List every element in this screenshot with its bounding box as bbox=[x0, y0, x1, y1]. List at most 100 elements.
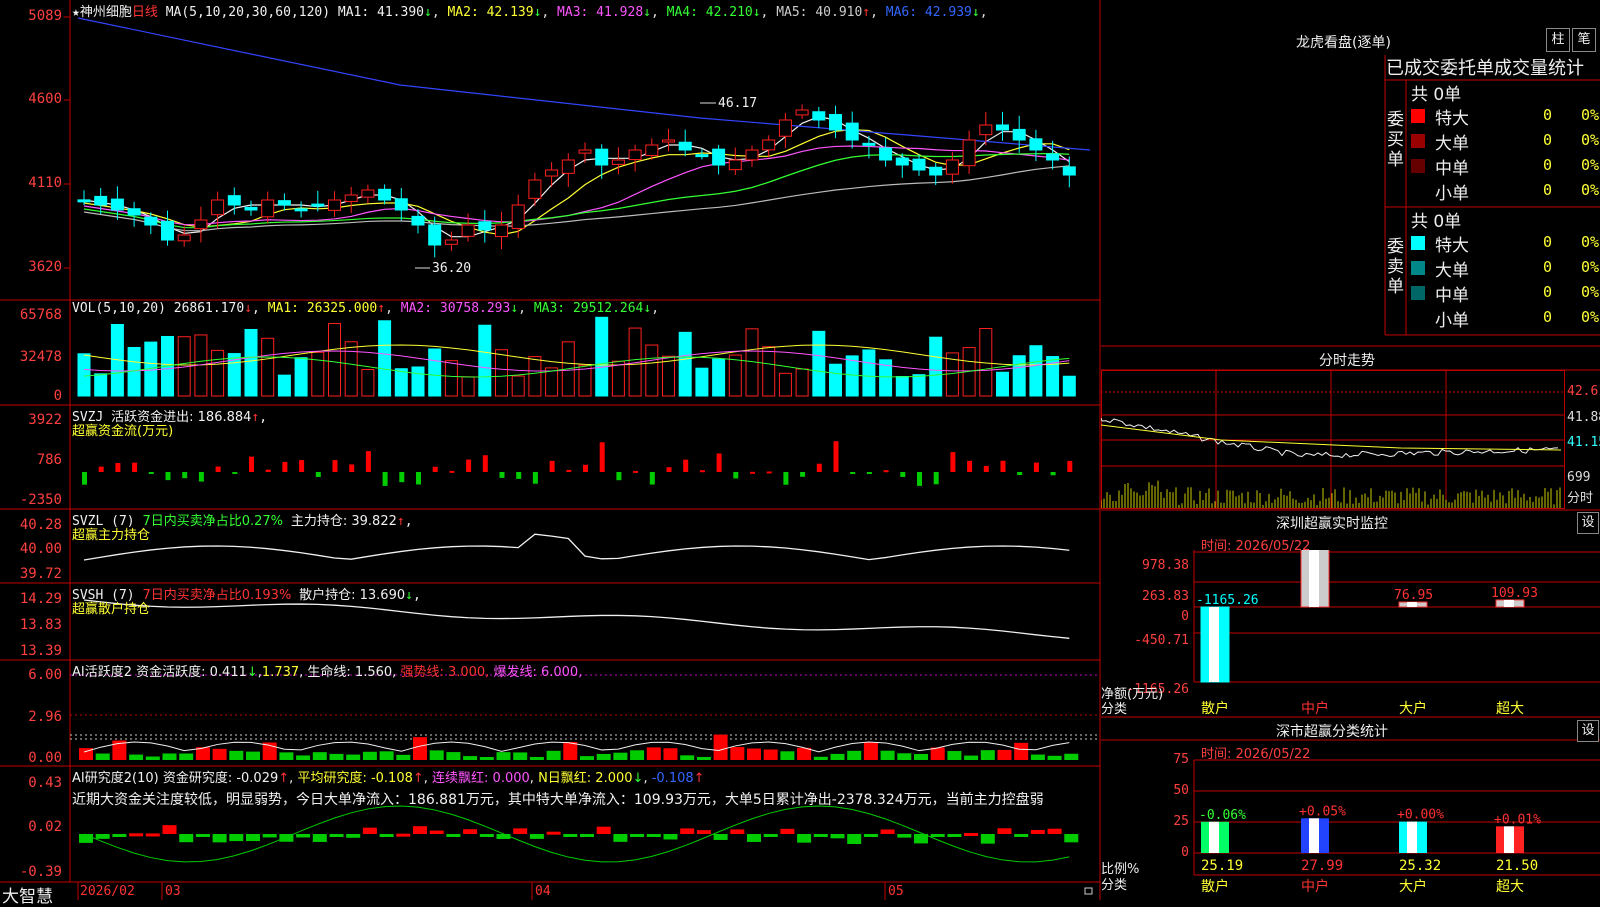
research-bar bbox=[446, 834, 461, 837]
fund-flow-bar bbox=[516, 472, 522, 479]
ratio-value: 25.32 bbox=[1399, 858, 1442, 874]
fund-flow-bar bbox=[1067, 460, 1073, 472]
ma-arrow: ↓ bbox=[643, 5, 651, 20]
candle bbox=[895, 153, 909, 178]
period-label[interactable]: 日线 bbox=[132, 5, 158, 20]
classify-category: 中户 bbox=[1301, 879, 1329, 895]
fund-flow-bar bbox=[1000, 460, 1006, 472]
star-icon[interactable]: ★ bbox=[72, 5, 80, 20]
order-size: 中单 bbox=[1435, 159, 1469, 179]
research-bar bbox=[797, 834, 812, 843]
fund-flow-bar bbox=[399, 472, 405, 483]
volume-bar bbox=[361, 369, 375, 397]
activity-bar bbox=[463, 756, 478, 760]
chart-canvas[interactable] bbox=[0, 0, 1101, 900]
classify-settings-button[interactable]: 设 bbox=[1577, 720, 1599, 742]
ratio-value: 25.19 bbox=[1201, 858, 1244, 874]
candle bbox=[478, 210, 492, 243]
candle bbox=[545, 162, 559, 187]
svsh-axis-label: 13.83 bbox=[19, 617, 62, 633]
fund-flow-bar bbox=[148, 472, 154, 474]
candle bbox=[845, 111, 859, 149]
order-pct: 0% bbox=[1581, 131, 1600, 149]
activity-bar bbox=[563, 742, 578, 760]
fund-flow-bar bbox=[616, 472, 622, 481]
research-bar bbox=[1047, 828, 1062, 834]
volume-bar bbox=[511, 375, 525, 397]
activity-bar bbox=[580, 756, 594, 760]
right-panel: 龙虎看盘(逐单) 柱 笔 已成交委托单成交量统计 委买单 共 0单 特大 0 0… bbox=[1101, 0, 1600, 900]
volume-bar bbox=[378, 320, 392, 397]
order-size: 特大 bbox=[1435, 236, 1469, 256]
monitor-axis-label: 0 bbox=[1181, 609, 1189, 624]
order-pct: 0% bbox=[1581, 233, 1600, 251]
fund-flow-bar bbox=[432, 466, 438, 472]
ai2-continuous-red: 连续飘红: 0.000 bbox=[432, 771, 530, 786]
activity-bar bbox=[630, 750, 645, 760]
order-size: 中单 bbox=[1435, 286, 1469, 306]
candle bbox=[561, 153, 575, 187]
activity-bar bbox=[964, 755, 979, 760]
swatch-icon bbox=[1411, 159, 1425, 173]
svzj-subtitle: 超赢资金流(万元) bbox=[72, 424, 174, 439]
monitor-axis-label: 263.83 bbox=[1142, 589, 1189, 604]
monitor-settings-button[interactable]: 设 bbox=[1577, 512, 1599, 534]
candle bbox=[127, 201, 141, 227]
volume-bar bbox=[461, 376, 475, 397]
research-bar bbox=[1014, 834, 1029, 837]
main-hold-line bbox=[83, 533, 1070, 561]
research-bar bbox=[95, 834, 110, 839]
swatch-icon bbox=[1411, 184, 1425, 198]
fund-flow-bar bbox=[165, 472, 171, 481]
bar-highlight bbox=[1209, 821, 1219, 853]
research-bar bbox=[529, 834, 544, 839]
classify-category: 大户 bbox=[1399, 879, 1427, 895]
fund-flow-bar bbox=[299, 460, 305, 472]
candle bbox=[745, 145, 759, 167]
activity-bar bbox=[529, 756, 544, 760]
ai1-axis-label: 0.00 bbox=[28, 750, 62, 766]
fund-flow-bar bbox=[850, 472, 856, 474]
vol-params: VOL(5,10,20) bbox=[72, 301, 166, 316]
volume-bar bbox=[795, 368, 809, 397]
research-bar bbox=[580, 834, 594, 837]
svzl-axis-label: 40.00 bbox=[19, 541, 62, 557]
research-bar bbox=[129, 833, 144, 837]
fund-flow-bar bbox=[365, 451, 371, 472]
fenshi-axis: 41.88 bbox=[1567, 410, 1600, 425]
monitor-category: 超大 bbox=[1496, 701, 1524, 717]
fenshi-axis: 42.61 bbox=[1567, 384, 1600, 399]
order-size: 大单 bbox=[1435, 134, 1469, 154]
ma-arrow: ↓ bbox=[752, 5, 761, 20]
volume-bar bbox=[895, 375, 909, 397]
research-bar bbox=[696, 830, 711, 834]
svzj-axis-label: 3922 bbox=[28, 412, 62, 428]
activity-bar bbox=[279, 752, 294, 760]
volume-bar bbox=[244, 328, 258, 397]
fund-flow-bar bbox=[416, 472, 421, 485]
order-stat-row: 特大 0 0% bbox=[1411, 104, 1600, 129]
svzl-subtitle: 超赢主力持仓 bbox=[72, 528, 151, 543]
vol-value: 26861.170 bbox=[173, 301, 245, 316]
research-bar bbox=[246, 834, 260, 842]
research-bar bbox=[329, 834, 344, 837]
research-bar bbox=[396, 833, 411, 837]
activity-bar bbox=[914, 754, 928, 760]
ai2-nday-red: N日飘红: 2.000 bbox=[538, 771, 633, 786]
candle bbox=[344, 186, 358, 214]
order-count: 0 bbox=[1543, 233, 1553, 251]
minute-price-line bbox=[1101, 417, 1559, 459]
research-bar bbox=[680, 828, 695, 834]
fund-flow-bar bbox=[649, 472, 655, 485]
stock-name[interactable]: 神州细胞 bbox=[80, 5, 132, 20]
ai1-value-b: 1.737 bbox=[261, 665, 300, 680]
candle bbox=[778, 113, 792, 149]
activity-bar bbox=[312, 752, 327, 760]
activity-bar bbox=[95, 753, 110, 760]
monitor-category: 大户 bbox=[1399, 701, 1427, 717]
ai1-burst-line: 爆发线: 6.000 bbox=[493, 665, 579, 680]
fenshi-chart[interactable] bbox=[1101, 370, 1600, 510]
fund-flow-bar bbox=[967, 460, 973, 472]
volume-bar bbox=[728, 354, 742, 397]
lock-icon bbox=[1084, 887, 1093, 895]
